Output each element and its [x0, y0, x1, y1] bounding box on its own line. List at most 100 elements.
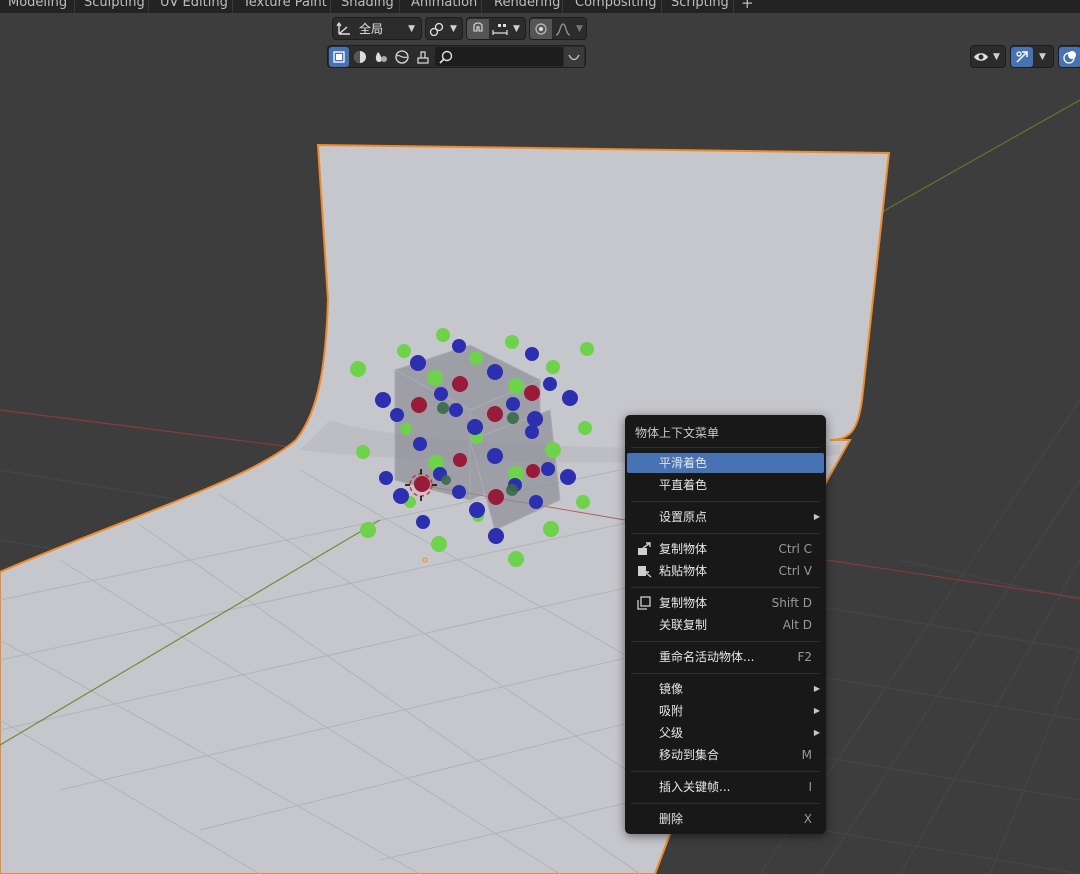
light-filter-icon[interactable]: [370, 47, 391, 67]
menu-item-label: 关联复制: [659, 618, 708, 632]
chevron-down-icon[interactable]: ▼: [513, 24, 520, 34]
tab-scripting[interactable]: Scripting: [663, 0, 737, 12]
menu-item-duplicate-linked[interactable]: 关联复制 Alt D: [627, 615, 824, 635]
menu-item-snap[interactable]: 吸附 ▶: [627, 701, 824, 721]
proportional-editing-icon[interactable]: [530, 18, 552, 39]
world-filter-icon[interactable]: [391, 47, 412, 67]
menu-item-label: 平直着色: [659, 478, 708, 492]
add-workspace-button[interactable]: +: [733, 0, 762, 12]
tab-shading[interactable]: Shading: [333, 0, 402, 12]
menu-divider: [631, 447, 820, 448]
menu-item-rename-active-object[interactable]: 重命名活动物体... F2: [627, 647, 824, 667]
menu-item-shortcut: X: [803, 812, 812, 826]
copy-to-buffer-icon: [636, 542, 652, 556]
pivot-point-dropdown[interactable]: ▼: [425, 17, 463, 40]
menu-divider: [631, 641, 820, 642]
menu-item-shortcut: M: [801, 748, 812, 762]
menu-item-copy-objects[interactable]: 复制物体 Ctrl C: [627, 539, 824, 559]
duplicate-icon: [636, 596, 652, 610]
menu-item-label: 吸附: [659, 704, 684, 718]
submenu-arrow-icon: ▶: [813, 728, 820, 737]
menu-divider: [631, 533, 820, 534]
eye-icon: [971, 47, 991, 67]
tab-divider: [232, 0, 233, 13]
x-axis-line-left: [0, 409, 331, 453]
menu-item-label: 设置原点: [659, 510, 708, 524]
menu-divider: [631, 771, 820, 772]
menu-item-paste-objects[interactable]: 粘贴物体 Ctrl V: [627, 561, 824, 581]
tab-animation[interactable]: Animation: [403, 0, 485, 12]
tab-divider: [330, 0, 331, 13]
menu-item-label: 复制物体: [659, 596, 708, 610]
menu-item-shade-smooth[interactable]: 平滑着色: [627, 453, 824, 473]
menu-item-shortcut: Shift D: [771, 596, 812, 610]
visibility-dropdown[interactable]: ▼: [970, 45, 1006, 68]
context-menu-title: 物体上下文菜单: [635, 426, 720, 440]
menu-divider: [631, 673, 820, 674]
object-mode-filter-icon[interactable]: [329, 46, 349, 67]
tab-rendering[interactable]: Rendering: [486, 0, 568, 12]
transform-orientation-dropdown[interactable]: 全局 ▼: [332, 17, 422, 40]
menu-item-shortcut: Alt D: [782, 618, 812, 632]
menu-item-duplicate-objects[interactable]: 复制物体 Shift D: [627, 593, 824, 613]
tab-divider: [399, 0, 400, 13]
filter-dropdown-chevron-icon[interactable]: [564, 46, 584, 67]
search-input[interactable]: [435, 47, 563, 66]
chevron-down-icon: ▼: [993, 51, 1000, 62]
viewport-header: 全局 ▼ ▼ ▼ ▼ ▼ ▼: [0, 13, 1080, 68]
menu-item-shortcut: F2: [797, 650, 812, 664]
chevron-down-icon[interactable]: ▼: [1039, 52, 1046, 62]
overlays-toggle[interactable]: [1058, 45, 1080, 68]
tab-uv-editing[interactable]: UV Editing: [152, 0, 236, 12]
material-filter-icon[interactable]: [349, 47, 370, 67]
falloff-curve-icon[interactable]: [552, 19, 574, 39]
menu-item-set-origin[interactable]: 设置原点 ▶: [627, 507, 824, 527]
menu-item-label: 父级: [659, 726, 684, 740]
tab-sculpting[interactable]: Sculpting: [76, 0, 153, 12]
menu-divider: [631, 803, 820, 804]
chevron-down-icon: ▼: [408, 23, 415, 34]
transform-orientation-value: 全局: [359, 22, 384, 36]
menu-item-label: 镜像: [659, 682, 684, 696]
search-icon: [439, 50, 453, 64]
menu-item-parent[interactable]: 父级 ▶: [627, 723, 824, 743]
paste-from-buffer-icon: [636, 564, 652, 578]
viewport-canvas[interactable]: [0, 0, 1080, 874]
menu-item-shade-flat[interactable]: 平直着色: [627, 475, 824, 495]
x-axis-line-right: [825, 559, 1080, 599]
gizmo-toggle-icon[interactable]: [1011, 46, 1033, 67]
pivot-point-icon: [426, 19, 448, 39]
snapping-group: ▼: [466, 17, 526, 40]
menu-item-mirror[interactable]: 镜像 ▶: [627, 679, 824, 699]
tab-compositing[interactable]: Compositing: [567, 0, 665, 12]
menu-item-label: 删除: [659, 812, 684, 826]
tab-modeling[interactable]: Modeling: [0, 0, 75, 12]
workspace-tabs-bar: Modeling Sculpting UV Editing Texture Pa…: [0, 0, 1080, 13]
menu-divider: [631, 501, 820, 502]
menu-item-shortcut: Ctrl C: [778, 542, 812, 556]
tab-divider: [562, 0, 563, 13]
menu-item-delete[interactable]: 删除 X: [627, 809, 824, 829]
brush-filter-icon[interactable]: [412, 47, 433, 67]
snap-toggle-magnet-icon[interactable]: [467, 18, 489, 39]
menu-item-label: 平滑着色: [659, 456, 708, 470]
tab-divider: [661, 0, 662, 13]
submenu-arrow-icon: ▶: [813, 684, 820, 693]
menu-item-move-to-collection[interactable]: 移动到集合 M: [627, 745, 824, 765]
chevron-down-icon: ▼: [450, 23, 457, 34]
menu-item-label: 插入关键帧...: [659, 780, 731, 794]
submenu-arrow-icon: ▶: [813, 512, 820, 521]
tab-texture-paint[interactable]: Texture Paint: [235, 0, 335, 12]
menu-item-label: 移动到集合: [659, 748, 720, 762]
menu-item-label: 粘贴物体: [659, 564, 708, 578]
object-context-menu: 物体上下文菜单 平滑着色 平直着色 设置原点 ▶ 复制物体 Ctrl C 粘贴物…: [625, 415, 826, 834]
menu-item-insert-keyframe[interactable]: 插入关键帧... I: [627, 777, 824, 797]
tab-divider: [481, 0, 482, 13]
3d-viewport[interactable]: [0, 0, 1080, 874]
submenu-arrow-icon: ▶: [813, 706, 820, 715]
overlays-icon: [1059, 46, 1080, 67]
snap-increment-icon[interactable]: [489, 19, 511, 39]
chevron-down-icon[interactable]: ▼: [576, 24, 583, 34]
menu-item-shortcut: Ctrl V: [778, 564, 812, 578]
gizmo-dropdown[interactable]: ▼: [1010, 45, 1054, 68]
